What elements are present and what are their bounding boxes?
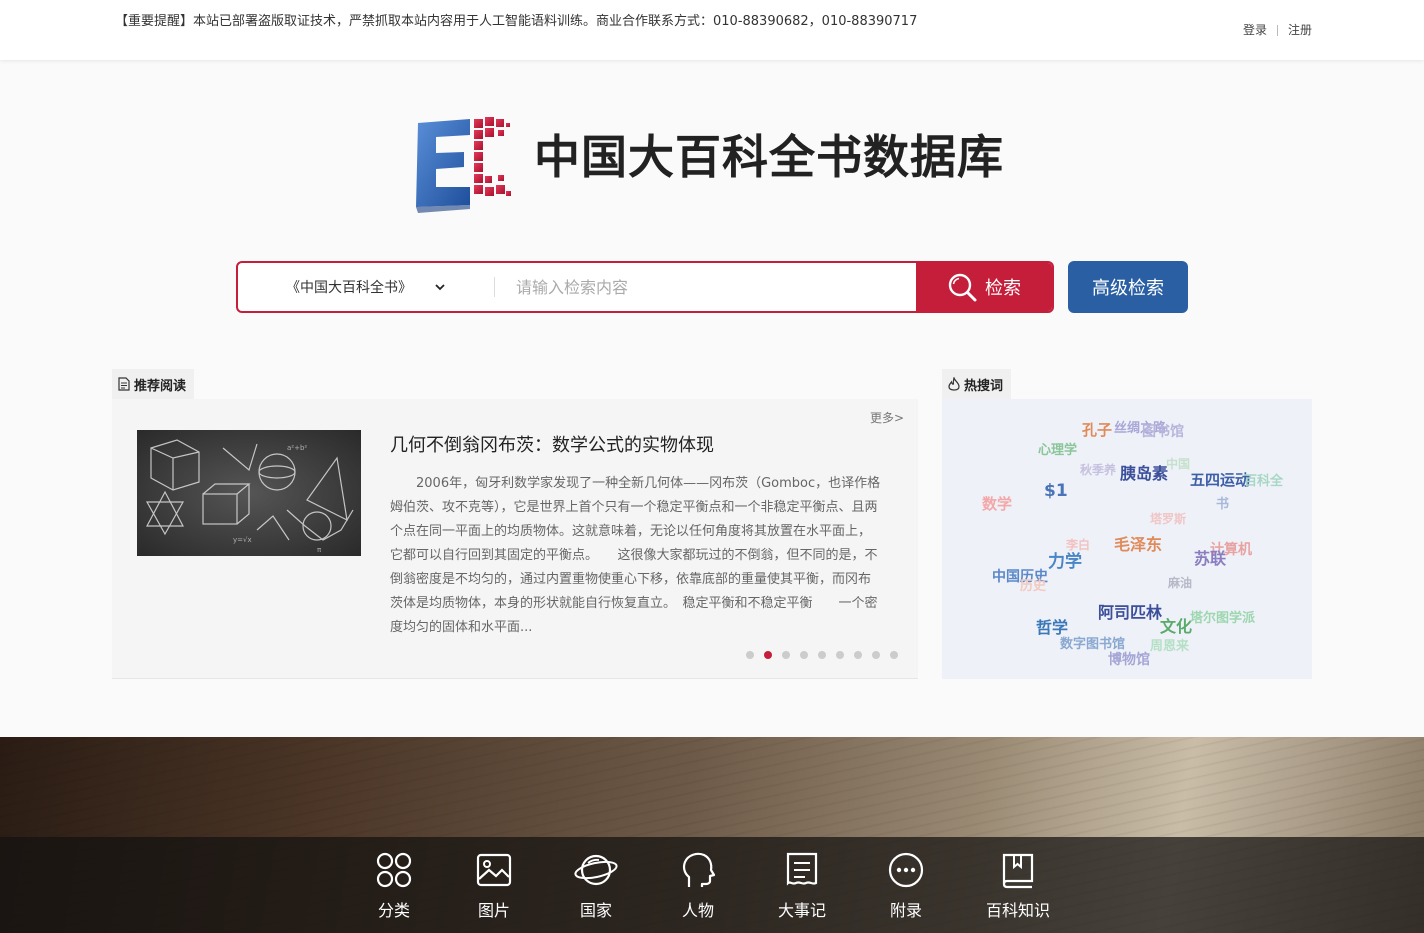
carousel-dot[interactable] [890,651,898,659]
hot-word[interactable]: 麻油 [1168,574,1192,591]
carousel-dot[interactable] [818,651,826,659]
recommend-panel: 更多> y=√x a²+b² π 几何不倒翁冈布茨：数学公式的实物体现 2006… [112,399,918,679]
hot-word[interactable]: 胰岛素 [1120,460,1168,484]
nav-label: 人物 [681,901,714,920]
recommend-tab: 推荐阅读 [112,369,195,399]
chevron-down-icon [435,284,445,291]
head-profile-icon [682,852,716,887]
nav-label: 大事记 [777,901,826,920]
article-excerpt: 2006年，匈牙利数学家发现了一种全新几何体——冈布茨（Gomboc，也译作格姆… [390,476,881,635]
hot-word[interactable]: 塔尔图学派 [1190,607,1255,626]
hot-word[interactable]: 数学 [982,493,1012,514]
search-button[interactable]: 检索 [916,263,1052,311]
nav-item-people[interactable]: 人物 [653,851,743,921]
nav-item-chronicle[interactable]: 大事记 [757,851,847,921]
nav-label: 国家 [579,901,612,920]
document-icon [118,377,130,391]
hot-word[interactable]: 五四运动 [1190,469,1250,490]
ec-logo-icon [416,117,511,213]
hot-word[interactable]: 心理学 [1038,439,1077,458]
nav-label: 分类 [377,901,410,920]
register-link[interactable]: 注册 [1288,23,1312,37]
hot-word[interactable]: 力学 [1048,547,1082,572]
svg-text:a²+b²: a²+b² [287,444,307,452]
login-link[interactable]: 登录 [1243,23,1267,37]
auth-links: 登录 注册 [1243,21,1312,38]
article-title[interactable]: 几何不倒翁冈布茨：数学公式的实物体现 [390,431,714,457]
hot-word[interactable]: 塔罗斯 [1150,510,1186,527]
search-box: 《中国大百科全书》 检索 [236,261,1054,313]
hot-words-cloud: 孔子 丝绸之路 图书馆 心理学 中国 秋季养 胰岛素 五四运动 百科全书 $1 数学 塔罗斯 毛泽东 计算… [942,399,1312,679]
category-nav: 分类 图片 国家 人物 大事记 附录 百科知识 [0,837,1424,933]
search-button-label: 检索 [985,278,1021,299]
book-icon [1002,853,1034,889]
notice-text: 【重要提醒】本站已部署盗版取证技术，严禁抓取本站内容用于人工智能语料训练。商业合… [115,14,918,29]
image-icon [476,853,512,887]
hot-word[interactable]: 周恩来 [1150,635,1189,654]
hot-word[interactable]: 文化 [1160,613,1192,637]
carousel-dot[interactable] [836,651,844,659]
carousel-dot[interactable] [872,651,880,659]
hot-word[interactable]: 书 [1216,493,1229,512]
hot-word[interactable]: 秋季养 [1080,461,1116,478]
hot-word[interactable]: 图书馆 [1142,421,1184,441]
site-title: 中国大百科全书数据库 [534,130,1004,184]
hot-word[interactable]: 孔子 [1082,419,1112,440]
hot-tab: 热搜词 [942,369,1012,399]
carousel-dot[interactable] [746,651,754,659]
document-icon [786,852,818,886]
chalkboard-geometry-image: y=√xa²+b²π [137,430,361,556]
nav-item-countries[interactable]: 国家 [551,851,641,921]
auth-divider [1276,25,1278,36]
bottom-banner: 分类 图片 国家 人物 大事记 附录 百科知识 [0,737,1424,933]
hot-word[interactable]: $1 [1044,481,1068,501]
hot-word[interactable]: 百科全 [1244,470,1283,489]
hot-word[interactable]: 博物馆 [1108,649,1150,669]
nav-label: 图片 [477,901,510,920]
nav-item-encyclopedia[interactable]: 百科知识 [973,851,1063,921]
search-scope-select[interactable]: 《中国大百科全书》 [238,263,494,311]
nav-item-category[interactable]: 分类 [349,851,439,921]
hot-word[interactable]: 中国 [1166,455,1190,472]
more-link[interactable]: 更多> [870,409,904,426]
nav-label: 附录 [889,901,922,920]
nav-label: 百科知识 [985,901,1050,920]
svg-text:y=√x: y=√x [233,536,252,544]
planet-icon [574,854,618,886]
carousel-dot[interactable] [764,651,772,659]
carousel-dot[interactable] [782,651,790,659]
search-scope-label: 《中国大百科全书》 [286,280,412,296]
hot-word[interactable]: 毛泽东 [1114,531,1162,555]
more-circle-icon [888,852,924,888]
carousel-dot[interactable] [854,651,862,659]
flame-icon [948,377,960,391]
nav-item-images[interactable]: 图片 [449,851,539,921]
nav-item-appendix[interactable]: 附录 [861,851,951,921]
hot-word[interactable]: 历史 [1020,575,1046,594]
hot-tab-label: 热搜词 [964,378,1004,394]
search-icon [948,273,977,302]
carousel-dots [746,651,898,659]
advanced-search-button[interactable]: 高级检索 [1068,261,1188,313]
search-divider [494,277,495,297]
hot-word[interactable]: 苏联 [1194,545,1226,569]
site-logo[interactable]: 中国大百科全书数据库 [412,113,1022,217]
hot-word[interactable]: 阿司匹林 [1098,599,1162,623]
search-input[interactable] [516,272,896,302]
top-bar: 【重要提醒】本站已部署盗版取证技术，严禁抓取本站内容用于人工智能语料训练。商业合… [0,0,1424,60]
recommend-tab-label: 推荐阅读 [134,378,187,394]
carousel-dot[interactable] [800,651,808,659]
grid-clover-icon [376,852,412,888]
article-thumbnail[interactable]: y=√x a²+b² π [137,430,361,556]
